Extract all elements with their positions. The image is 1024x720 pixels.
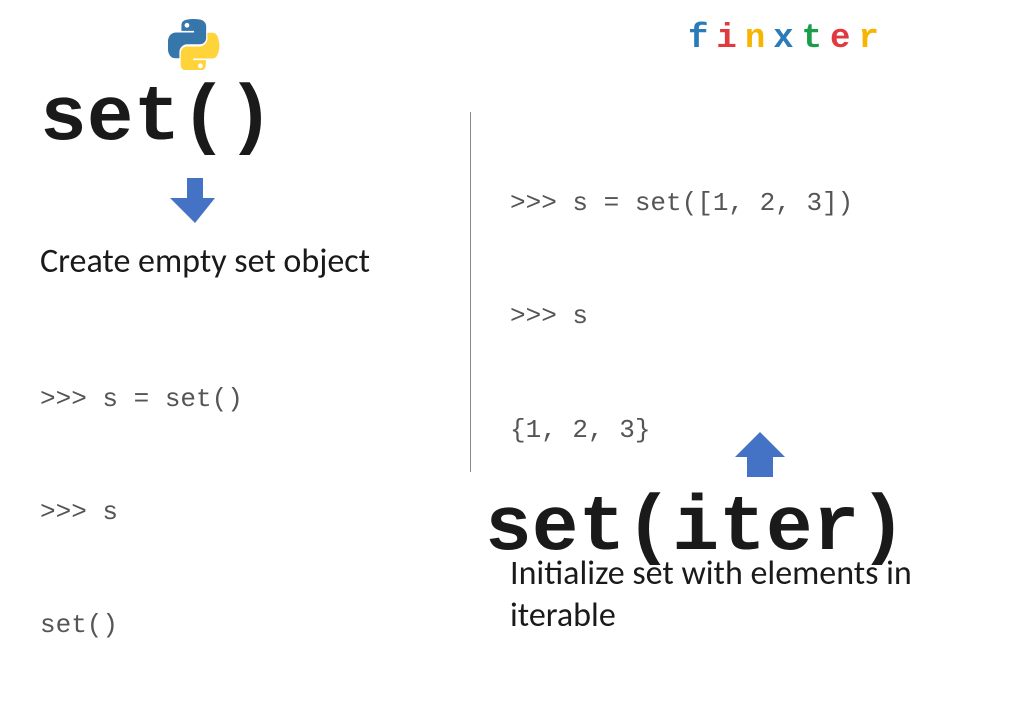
finxter-letter-t: t: [802, 20, 830, 58]
left-code-block: >>> s = set() >>> s set(): [40, 306, 440, 720]
code-line: >>> s: [510, 298, 1000, 336]
arrow-down-icon: [170, 178, 220, 223]
left-heading-code: set(): [40, 80, 440, 158]
column-divider: [470, 112, 471, 472]
arrow-up-icon: [735, 432, 785, 477]
finxter-letter-x: x: [773, 20, 801, 58]
finxter-letter-f: f: [688, 20, 716, 58]
finxter-letter-r: r: [858, 20, 886, 58]
finxter-logo: finxter: [688, 20, 887, 58]
code-line: >>> s: [40, 494, 440, 532]
code-line: >>> s = set(): [40, 381, 440, 419]
left-column: set() Create empty set object >>> s = se…: [40, 80, 440, 720]
right-column: >>> s = set([1, 2, 3]) >>> s {1, 2, 3} I…: [510, 110, 1000, 660]
right-heading-code: set(iter): [485, 490, 906, 568]
python-logo-icon: [168, 18, 220, 75]
code-line: >>> s = set([1, 2, 3]): [510, 185, 1000, 223]
finxter-letter-i: i: [716, 20, 744, 58]
left-description: Create empty set object: [40, 241, 440, 284]
finxter-letter-e: e: [830, 20, 858, 58]
code-line: set(): [40, 607, 440, 645]
finxter-letter-n: n: [745, 20, 773, 58]
